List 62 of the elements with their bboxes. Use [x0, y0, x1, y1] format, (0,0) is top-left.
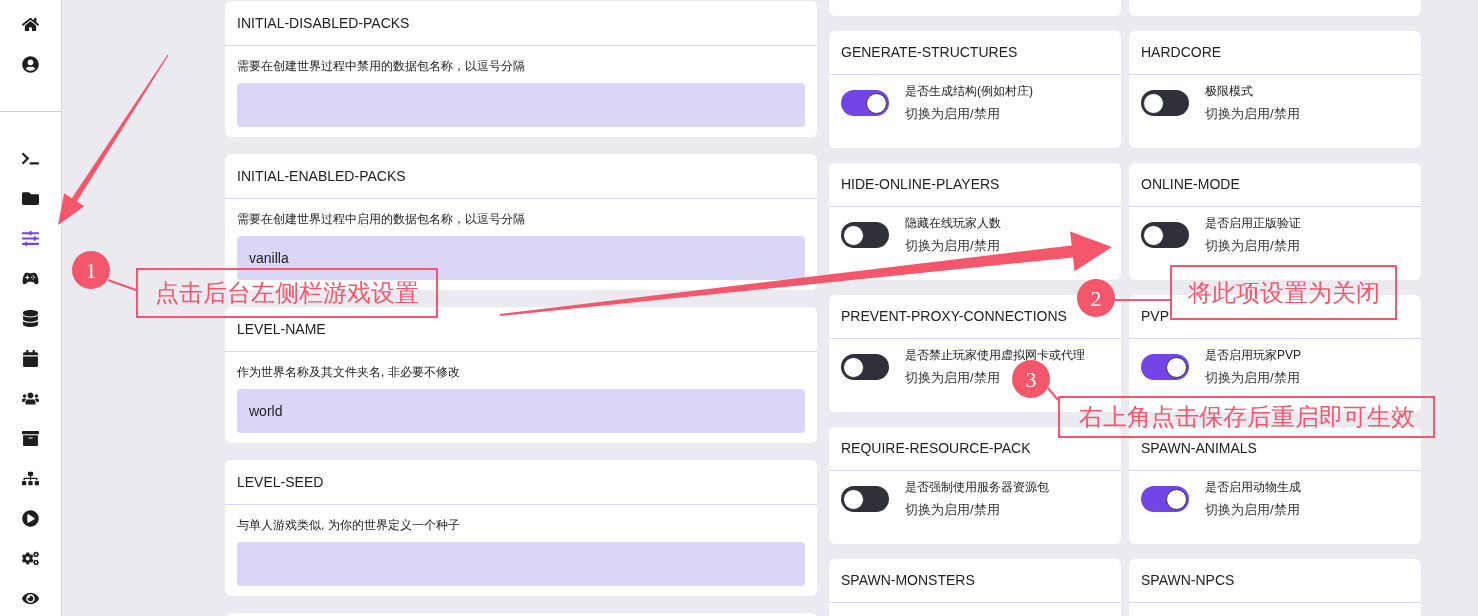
- setting-description: 需要在创建世界过程中启用的数据包名称，以逗号分隔: [237, 211, 526, 227]
- text-input[interactable]: [237, 83, 805, 127]
- setting-title: SPAWN-MONSTERS: [841, 571, 975, 590]
- setting-title: INITIAL-ENABLED-PACKS: [237, 166, 406, 186]
- play-icon[interactable]: [22, 509, 39, 527]
- toggle-switch[interactable]: [1141, 90, 1189, 116]
- text-input[interactable]: [237, 542, 805, 586]
- setting-title: LEVEL-NAME: [237, 319, 326, 339]
- database-icon[interactable]: [22, 309, 39, 327]
- toggle-hint: 切换为启用/禁用: [1205, 237, 1300, 255]
- callout: 点击后台左侧栏游戏设置: [136, 268, 438, 318]
- toggle-hint: 切换为启用/禁用: [905, 105, 1000, 123]
- toggle-switch[interactable]: [1141, 222, 1189, 248]
- text-input[interactable]: vanilla: [237, 236, 805, 280]
- setting-description: 隐藏在线玩家人数: [905, 215, 1001, 231]
- setting-title: LEVEL-SEED: [237, 472, 324, 492]
- callout: 右上角点击保存后重启即可生效: [1058, 396, 1435, 438]
- setting-description: 需要在创建世界过程中禁用的数据包名称，以逗号分隔: [237, 58, 526, 74]
- setting-title: HARDCORE: [1141, 43, 1222, 62]
- user-icon[interactable]: [22, 55, 39, 73]
- leader-line: [1114, 299, 1171, 301]
- setting-description: 与单人游戏类似, 为你的世界定义一个种子: [237, 517, 461, 533]
- setting-description: 是否启用玩家PVP: [1205, 347, 1301, 363]
- setting-description: 是否启用正版验证: [1205, 215, 1301, 231]
- leader-line: [107, 279, 137, 291]
- toggle-switch[interactable]: [1141, 486, 1189, 512]
- toggle-hint: 切换为启用/禁用: [905, 501, 1000, 519]
- callout: 将此项设置为关闭: [1170, 265, 1397, 320]
- sliders-icon[interactable]: [22, 229, 39, 247]
- network-icon[interactable]: [22, 469, 39, 487]
- setting-title: SPAWN-ANIMALS: [1141, 439, 1257, 458]
- setting-description: 极限模式: [1205, 83, 1253, 99]
- toggle-switch[interactable]: [841, 486, 889, 512]
- toggle-hint: 切换为启用/禁用: [1205, 105, 1300, 123]
- setting-title: PVP: [1141, 307, 1169, 326]
- toggle-switch[interactable]: [841, 222, 889, 248]
- setting-title: SPAWN-NPCS: [1141, 571, 1235, 590]
- setting-title: HIDE-ONLINE-PLAYERS: [841, 175, 1000, 194]
- toggle-switch[interactable]: [841, 354, 889, 380]
- calendar-icon[interactable]: [22, 349, 39, 367]
- archive-icon[interactable]: [22, 429, 39, 447]
- toggle-hint: 切换为启用/禁用: [1205, 369, 1300, 387]
- toggle-hint: 切换为启用/禁用: [905, 369, 1000, 387]
- setting-title: INITIAL-DISABLED-PACKS: [237, 13, 410, 33]
- toggle-hint: 切换为启用/禁用: [1205, 501, 1300, 519]
- setting-description: 是否启用动物生成: [1205, 479, 1301, 495]
- setting-description: 作为世界名称及其文件夹名, 非必要不修改: [237, 364, 461, 380]
- text-input[interactable]: world: [237, 389, 805, 433]
- folder-icon[interactable]: [22, 189, 39, 207]
- setting-title: GENERATE-STRUCTURES: [841, 43, 1018, 62]
- home-icon[interactable]: [22, 15, 39, 33]
- setting-title: REQUIRE-RESOURCE-PACK: [841, 439, 1031, 458]
- setting-description: 是否生成结构(例如村庄): [905, 83, 1033, 99]
- settings-icon[interactable]: [22, 549, 39, 567]
- setting-title: PREVENT-PROXY-CONNECTIONS: [841, 307, 1067, 326]
- setting-title: ONLINE-MODE: [1141, 175, 1240, 194]
- setting-description: 是否强制使用服务器资源包: [905, 479, 1049, 495]
- leader-line: [1047, 387, 1059, 401]
- toggle-switch[interactable]: [1141, 354, 1189, 380]
- setting-description: 是否禁止玩家使用虚拟网卡或代理: [905, 347, 1085, 363]
- toggle-switch[interactable]: [841, 90, 889, 116]
- toggle-hint: 切换为启用/禁用: [905, 237, 1000, 255]
